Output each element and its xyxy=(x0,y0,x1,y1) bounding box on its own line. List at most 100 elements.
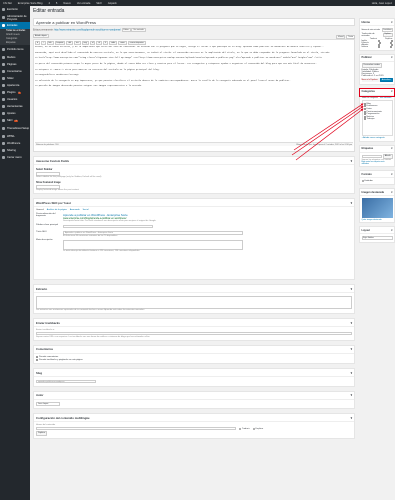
category-checkbox[interactable] xyxy=(363,118,366,121)
sidebar-item-usuarios[interactable]: Usuarios xyxy=(0,96,30,103)
format-header[interactable]: Formato ▾ xyxy=(360,171,394,179)
excerpt-header[interactable]: Extracto ▾ xyxy=(34,285,354,294)
seo-tab-general[interactable]: General xyxy=(36,209,44,211)
copy-radio[interactable] xyxy=(252,427,255,430)
allow-pingbacks-checkbox[interactable] xyxy=(36,358,38,361)
trackbacks-input[interactable] xyxy=(36,331,352,336)
trackbacks-header[interactable]: Enviar trackbacks ▾ xyxy=(34,319,354,328)
sidebar-item-dashboard[interactable]: Escritorio xyxy=(0,6,30,13)
admin-bar-item-jetpack[interactable]: Jetpack xyxy=(108,2,117,5)
sidebar-item-portfolio-items[interactable]: Portfolio Items xyxy=(0,45,30,54)
admin-bar-item-view[interactable]: Ver entrada xyxy=(77,2,90,5)
permalink-url[interactable]: http://www.enterprise.com/blog/aprende-a… xyxy=(54,29,121,31)
category-item[interactable]: Trabajos xyxy=(363,118,391,121)
admin-bar-item-blog[interactable]: Enterprise Sorte Blog xyxy=(18,2,43,5)
toolbar-button-ol[interactable]: ol xyxy=(96,41,102,46)
toggle-icon[interactable]: ▾ xyxy=(351,347,352,351)
toggle-icon[interactable]: ▾ xyxy=(351,393,352,397)
toolbar-button-link[interactable]: link xyxy=(46,41,54,46)
translate-checkbox[interactable] xyxy=(378,46,381,48)
sidebar-item-cerrar-men-[interactable]: Cerrar menú xyxy=(0,154,30,161)
sidebar-item-p-ginas[interactable]: Páginas xyxy=(0,61,30,68)
seo-tab-analysis[interactable]: Análisis de la página xyxy=(47,209,67,211)
admin-bar-howdy[interactable]: Hola, Juan Lopez xyxy=(372,2,392,5)
seo-tab-social[interactable]: Social xyxy=(83,209,89,211)
admin-bar-item-comments[interactable]: 5 xyxy=(56,2,57,5)
toolbar-button-b[interactable]: b xyxy=(35,41,41,46)
author-select[interactable]: Juan Lopez xyxy=(36,402,60,406)
publish-header[interactable]: Publicar ▾ xyxy=(360,55,394,62)
preview-button[interactable]: Previsualizar cambios xyxy=(361,63,382,68)
toolbar-button-b-quote[interactable]: b-quote xyxy=(54,41,66,46)
language-header[interactable]: Idioma ▾ xyxy=(360,19,394,26)
sidebar-item-herramientas[interactable]: Herramientas xyxy=(0,103,30,110)
excerpt-textarea[interactable] xyxy=(36,295,352,309)
post-title-input[interactable]: Aprende a publicar en WordPress xyxy=(33,18,355,26)
admin-bar-item-new[interactable]: Nuevo xyxy=(63,2,71,5)
toolbar-button-img[interactable]: img xyxy=(81,41,89,46)
tab-text[interactable]: Texto xyxy=(346,34,355,39)
toolbar-button-li[interactable]: li xyxy=(102,41,108,46)
toggle-icon[interactable]: ▾ xyxy=(351,371,352,375)
toolbar-button-code[interactable]: code xyxy=(108,41,118,46)
translate-radio[interactable] xyxy=(239,427,241,430)
tab-visual[interactable]: Visual xyxy=(335,34,346,39)
toggle-icon[interactable]: ▾ xyxy=(391,147,392,150)
sidebar-item-wordfence[interactable]: WordFence xyxy=(0,140,30,147)
trash-link[interactable]: Mover a la Papelera xyxy=(362,79,378,81)
tags-header[interactable]: Etiquetas ▾ xyxy=(360,146,394,153)
tab-all-categories[interactable]: Todas las categorías xyxy=(362,97,378,99)
toggle-icon[interactable]: ▾ xyxy=(351,321,352,325)
meta-textarea[interactable] xyxy=(63,239,243,250)
toggle-icon[interactable]: ▾ xyxy=(391,173,392,176)
sidebar-item-themeforest-setup[interactable]: Themeforest Setup xyxy=(0,124,30,133)
sidebar-item-ajustes[interactable]: Ajustes xyxy=(0,110,30,117)
sidebar-item-apariencia[interactable]: Apariencia xyxy=(0,82,30,89)
toggle-icon[interactable]: ▾ xyxy=(351,201,352,205)
remove-featured-link[interactable]: Quitar imagen destacada xyxy=(362,219,393,221)
comments-header[interactable]: Comentarios ▾ xyxy=(34,346,354,354)
toolbar-button-cerrar-etiquetas[interactable]: cerrar etiquetas xyxy=(127,41,146,46)
toggle-icon[interactable]: ▾ xyxy=(351,416,352,420)
admin-bar-item-seo[interactable]: SEO xyxy=(96,2,101,5)
permalink-edit-button[interactable]: Editar xyxy=(121,27,131,33)
admin-bar-item-site[interactable]: Chr.Net xyxy=(3,2,12,5)
toggle-icon[interactable]: ▾ xyxy=(391,21,392,24)
choose-tags-link[interactable]: Elige entre las etiquetas más utilizadas xyxy=(362,161,393,165)
toggle-icon[interactable]: ▾ xyxy=(351,287,352,291)
multilang-header[interactable]: Configuración del contenido multilingüe ▾ xyxy=(34,414,354,423)
custom-fields-header[interactable]: Awesome Custom Fields ▾ xyxy=(34,157,354,166)
seo-tab-advanced[interactable]: Avanzado xyxy=(70,209,80,211)
layout-header[interactable]: Layout ▾ xyxy=(360,227,394,235)
toolbar-button-del[interactable]: del xyxy=(66,41,74,46)
multilang-input[interactable] xyxy=(36,426,236,431)
toolbar-button-i[interactable]: i xyxy=(41,41,46,46)
language-select[interactable]: Castellano xyxy=(381,28,393,32)
format-radio-standard[interactable] xyxy=(361,180,364,183)
view-post-button[interactable]: Ver entrada xyxy=(131,27,146,33)
sidebar-item-wpml[interactable]: WPML xyxy=(0,133,30,140)
sidebar-item-sharing[interactable]: Sharing xyxy=(0,147,30,154)
toolbar-button-ul[interactable]: ul xyxy=(89,41,96,46)
slug-header[interactable]: Slug ▾ xyxy=(34,369,354,378)
sidebar-item-posts[interactable]: Entradas xyxy=(0,22,30,29)
toggle-icon[interactable]: ▾ xyxy=(391,56,392,59)
tags-input[interactable] xyxy=(361,154,382,159)
multilang-copy-button[interactable]: Duplicar xyxy=(36,430,48,436)
sidebar-item-plugins[interactable]: Plugins 2 xyxy=(0,89,30,96)
add-media-button[interactable]: Añadir objeto xyxy=(33,33,49,39)
featured-image-thumbnail[interactable] xyxy=(361,197,393,218)
sidebar-item-medios[interactable]: Medios xyxy=(0,54,30,61)
toolbar-button-ins[interactable]: ins xyxy=(74,41,81,46)
sidebar-item-slider[interactable]: Slider xyxy=(0,75,30,82)
sidebar-item-comentarios[interactable]: Comentarios xyxy=(0,68,30,75)
tab-popular-categories[interactable]: Más utilizadas xyxy=(380,97,391,99)
toggle-icon[interactable]: ▾ xyxy=(391,191,392,194)
toolbar-button-more[interactable]: more xyxy=(118,41,127,46)
slug-input[interactable]: aprende-a-publicar-en-wordpress xyxy=(36,379,96,384)
layout-select[interactable]: Right Sidebar xyxy=(361,236,393,240)
admin-bar-item-updates[interactable]: 4 xyxy=(48,2,49,5)
keyword-input[interactable] xyxy=(63,224,153,229)
seo-header[interactable]: WordPress SEO por Yoast ▾ xyxy=(34,199,354,208)
sidebar-item-project-manager[interactable]: Administrador de Proyecto xyxy=(0,13,30,22)
